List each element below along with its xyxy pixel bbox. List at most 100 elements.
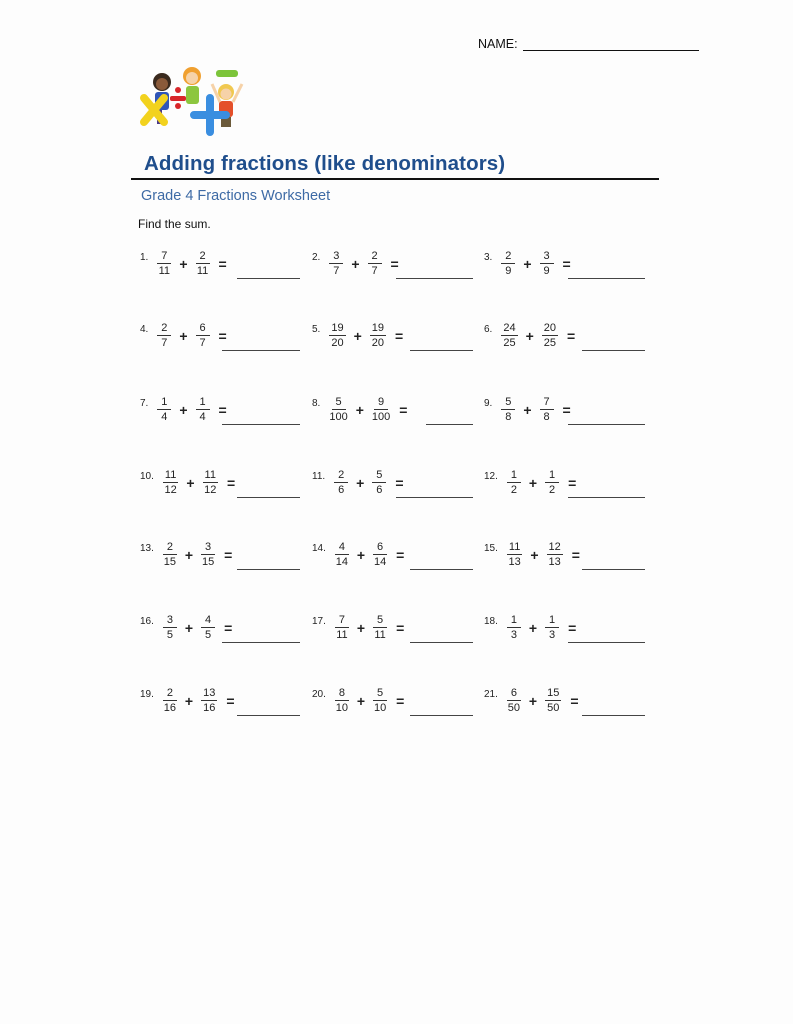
- fraction-b: 20 25: [541, 322, 559, 349]
- problem-item: 21. 6 50 +15 50 =: [484, 687, 579, 714]
- denominator: 2: [510, 484, 517, 496]
- fraction-b: 67: [195, 322, 210, 349]
- numerator: 4: [201, 614, 216, 628]
- answer-blank[interactable]: [582, 715, 645, 716]
- denominator: 7: [161, 337, 168, 349]
- answer-blank[interactable]: [410, 715, 473, 716]
- denominator: 15: [163, 556, 177, 568]
- numerator: 1: [545, 469, 560, 483]
- denominator: 2: [549, 484, 556, 496]
- problem-number: 9.: [484, 398, 493, 409]
- numerator: 24: [501, 322, 518, 336]
- denominator: 100: [329, 411, 348, 423]
- plus-operator: +: [355, 401, 364, 418]
- fraction-b: 56: [372, 469, 387, 496]
- answer-blank[interactable]: [568, 497, 645, 498]
- fraction-a: 11 12: [162, 469, 179, 496]
- numerator: 6: [195, 322, 210, 336]
- fraction-a: 7 11: [157, 250, 172, 277]
- answer-blank[interactable]: [582, 350, 645, 351]
- answer-blank[interactable]: [237, 715, 300, 716]
- numerator: 19: [329, 322, 346, 336]
- answer-blank[interactable]: [237, 569, 300, 570]
- problem-item: 7. 1 4 +1 4 =: [140, 396, 227, 423]
- fraction-b: 12: [545, 469, 560, 496]
- fraction-a: 14: [157, 396, 172, 423]
- numerator: 5: [331, 396, 346, 410]
- answer-blank[interactable]: [410, 642, 473, 643]
- problem-item: 8. 5 100 +9 100 =: [312, 396, 407, 423]
- numerator: 3: [329, 250, 344, 264]
- name-label: NAME:: [478, 37, 518, 51]
- equals-sign: =: [562, 401, 571, 418]
- answer-blank[interactable]: [582, 569, 645, 570]
- fraction-a: 8 10: [334, 687, 349, 714]
- problem-number: 6.: [484, 324, 493, 335]
- answer-blank[interactable]: [237, 278, 300, 279]
- fraction-a: 12: [506, 469, 521, 496]
- equals-sign: =: [568, 619, 577, 636]
- fraction-a: 19 20: [329, 322, 346, 349]
- fraction-b: 19 20: [369, 322, 387, 349]
- fraction-a: 24 25: [501, 322, 518, 349]
- answer-blank[interactable]: [410, 350, 473, 351]
- numerator: 1: [195, 396, 210, 410]
- numerator: 15: [545, 687, 562, 701]
- numerator: 2: [157, 322, 172, 336]
- fraction-a: 2 16: [162, 687, 177, 714]
- answer-blank[interactable]: [222, 350, 300, 351]
- problem-item: 3. 2 9 +3 9 =: [484, 250, 571, 277]
- answer-blank[interactable]: [222, 424, 300, 425]
- denominator: 4: [161, 411, 168, 423]
- problem-item: 13. 2 15 +3 15 =: [140, 541, 232, 568]
- denominator: 11: [158, 265, 171, 277]
- problem-item: 1. 7 11 +2 11 =: [140, 250, 227, 277]
- denominator: 7: [333, 265, 340, 277]
- problem-number: 15.: [484, 543, 498, 554]
- denominator: 7: [199, 337, 206, 349]
- equals-sign: =: [399, 401, 408, 418]
- numerator: 11: [162, 469, 179, 483]
- denominator: 10: [335, 702, 349, 714]
- numerator: 4: [334, 541, 349, 555]
- answer-blank[interactable]: [426, 424, 473, 425]
- numerator: 2: [195, 250, 210, 264]
- answer-blank[interactable]: [237, 497, 300, 498]
- answer-blank[interactable]: [568, 278, 645, 279]
- equals-sign: =: [390, 255, 399, 272]
- equals-sign: =: [218, 327, 227, 344]
- equals-sign: =: [395, 327, 404, 344]
- instruction-text: Find the sum.: [138, 217, 211, 231]
- denominator: 11: [336, 629, 348, 641]
- denominator: 8: [505, 411, 512, 423]
- fraction-a: 27: [157, 322, 172, 349]
- problem-item: 9. 5 8 +7 8 =: [484, 396, 571, 423]
- page-subtitle: Grade 4 Fractions Worksheet: [141, 188, 331, 204]
- problem-number: 18.: [484, 616, 498, 627]
- name-input-line[interactable]: [522, 36, 699, 51]
- denominator: 16: [163, 702, 177, 714]
- problem-item: 19. 2 16 +13 16 =: [140, 687, 235, 714]
- equals-sign: =: [224, 546, 233, 563]
- numerator: 3: [201, 541, 216, 555]
- denominator: 25: [543, 337, 557, 349]
- numerator: 5: [372, 469, 387, 483]
- answer-blank[interactable]: [568, 424, 645, 425]
- numerator: 11: [506, 541, 523, 555]
- answer-blank[interactable]: [396, 278, 473, 279]
- problem-number: 5.: [312, 324, 321, 335]
- problem-number: 13.: [140, 543, 154, 554]
- answer-blank[interactable]: [410, 569, 473, 570]
- denominator: 3: [549, 629, 556, 641]
- numerator: 9: [374, 396, 389, 410]
- problem-item: 12. 1 2 +1 2 =: [484, 469, 576, 496]
- answer-blank[interactable]: [568, 642, 645, 643]
- answer-blank[interactable]: [396, 497, 473, 498]
- plus-operator: +: [525, 327, 534, 344]
- numerator: 7: [539, 396, 554, 410]
- problem-item: 2. 3 7 +2 7 =: [312, 250, 399, 277]
- title-divider: [131, 178, 659, 180]
- answer-blank[interactable]: [222, 642, 300, 643]
- denominator: 12: [164, 484, 177, 496]
- plus-operator: +: [353, 327, 362, 344]
